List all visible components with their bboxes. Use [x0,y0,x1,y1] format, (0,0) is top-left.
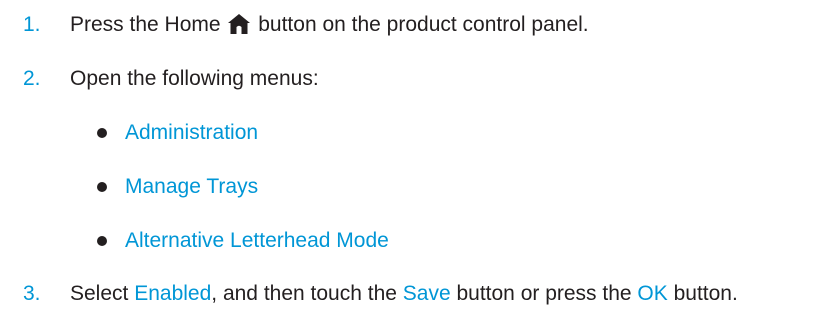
menu-item-label: Administration [125,121,259,144]
bullet-dot [97,128,107,138]
menu-item-manage-trays: Manage Trays [0,167,825,207]
home-icon [228,14,251,34]
step-text-part: Select [70,282,135,305]
step-text-part: , and then touch the [211,282,403,305]
step-text-part: button or press the [450,282,638,305]
step-3: 3. Select Enabled, and then touch the Sa… [0,274,825,314]
ok-button-label: OK [637,282,668,305]
step-number: 2. [23,67,41,90]
step-text-part: button. [667,282,738,305]
enabled-option: Enabled [134,282,212,305]
step-text: Press the Home button on the product con… [70,5,589,45]
step-text-part: button on the product control panel. [252,13,589,36]
step-text: Select Enabled, and then touch the Save … [70,274,738,314]
menu-item-label: Alternative Letterhead Mode [125,229,389,252]
bullet-dot [97,236,107,246]
step-text: Open the following menus: [70,67,319,90]
save-button-label: Save [402,282,451,305]
step-1: 1. Press the Home button on the product … [0,5,825,45]
bullet-dot [97,182,107,192]
step-number: 3. [23,282,41,305]
menu-item-label: Manage Trays [125,175,259,198]
menu-item-alternative-letterhead-mode: Alternative Letterhead Mode [0,221,825,261]
menu-item-administration: Administration [0,113,825,153]
step-text-part: Press the Home [70,13,227,36]
step-2: 2. Open the following menus: [0,59,825,99]
step-number: 1. [23,13,41,36]
